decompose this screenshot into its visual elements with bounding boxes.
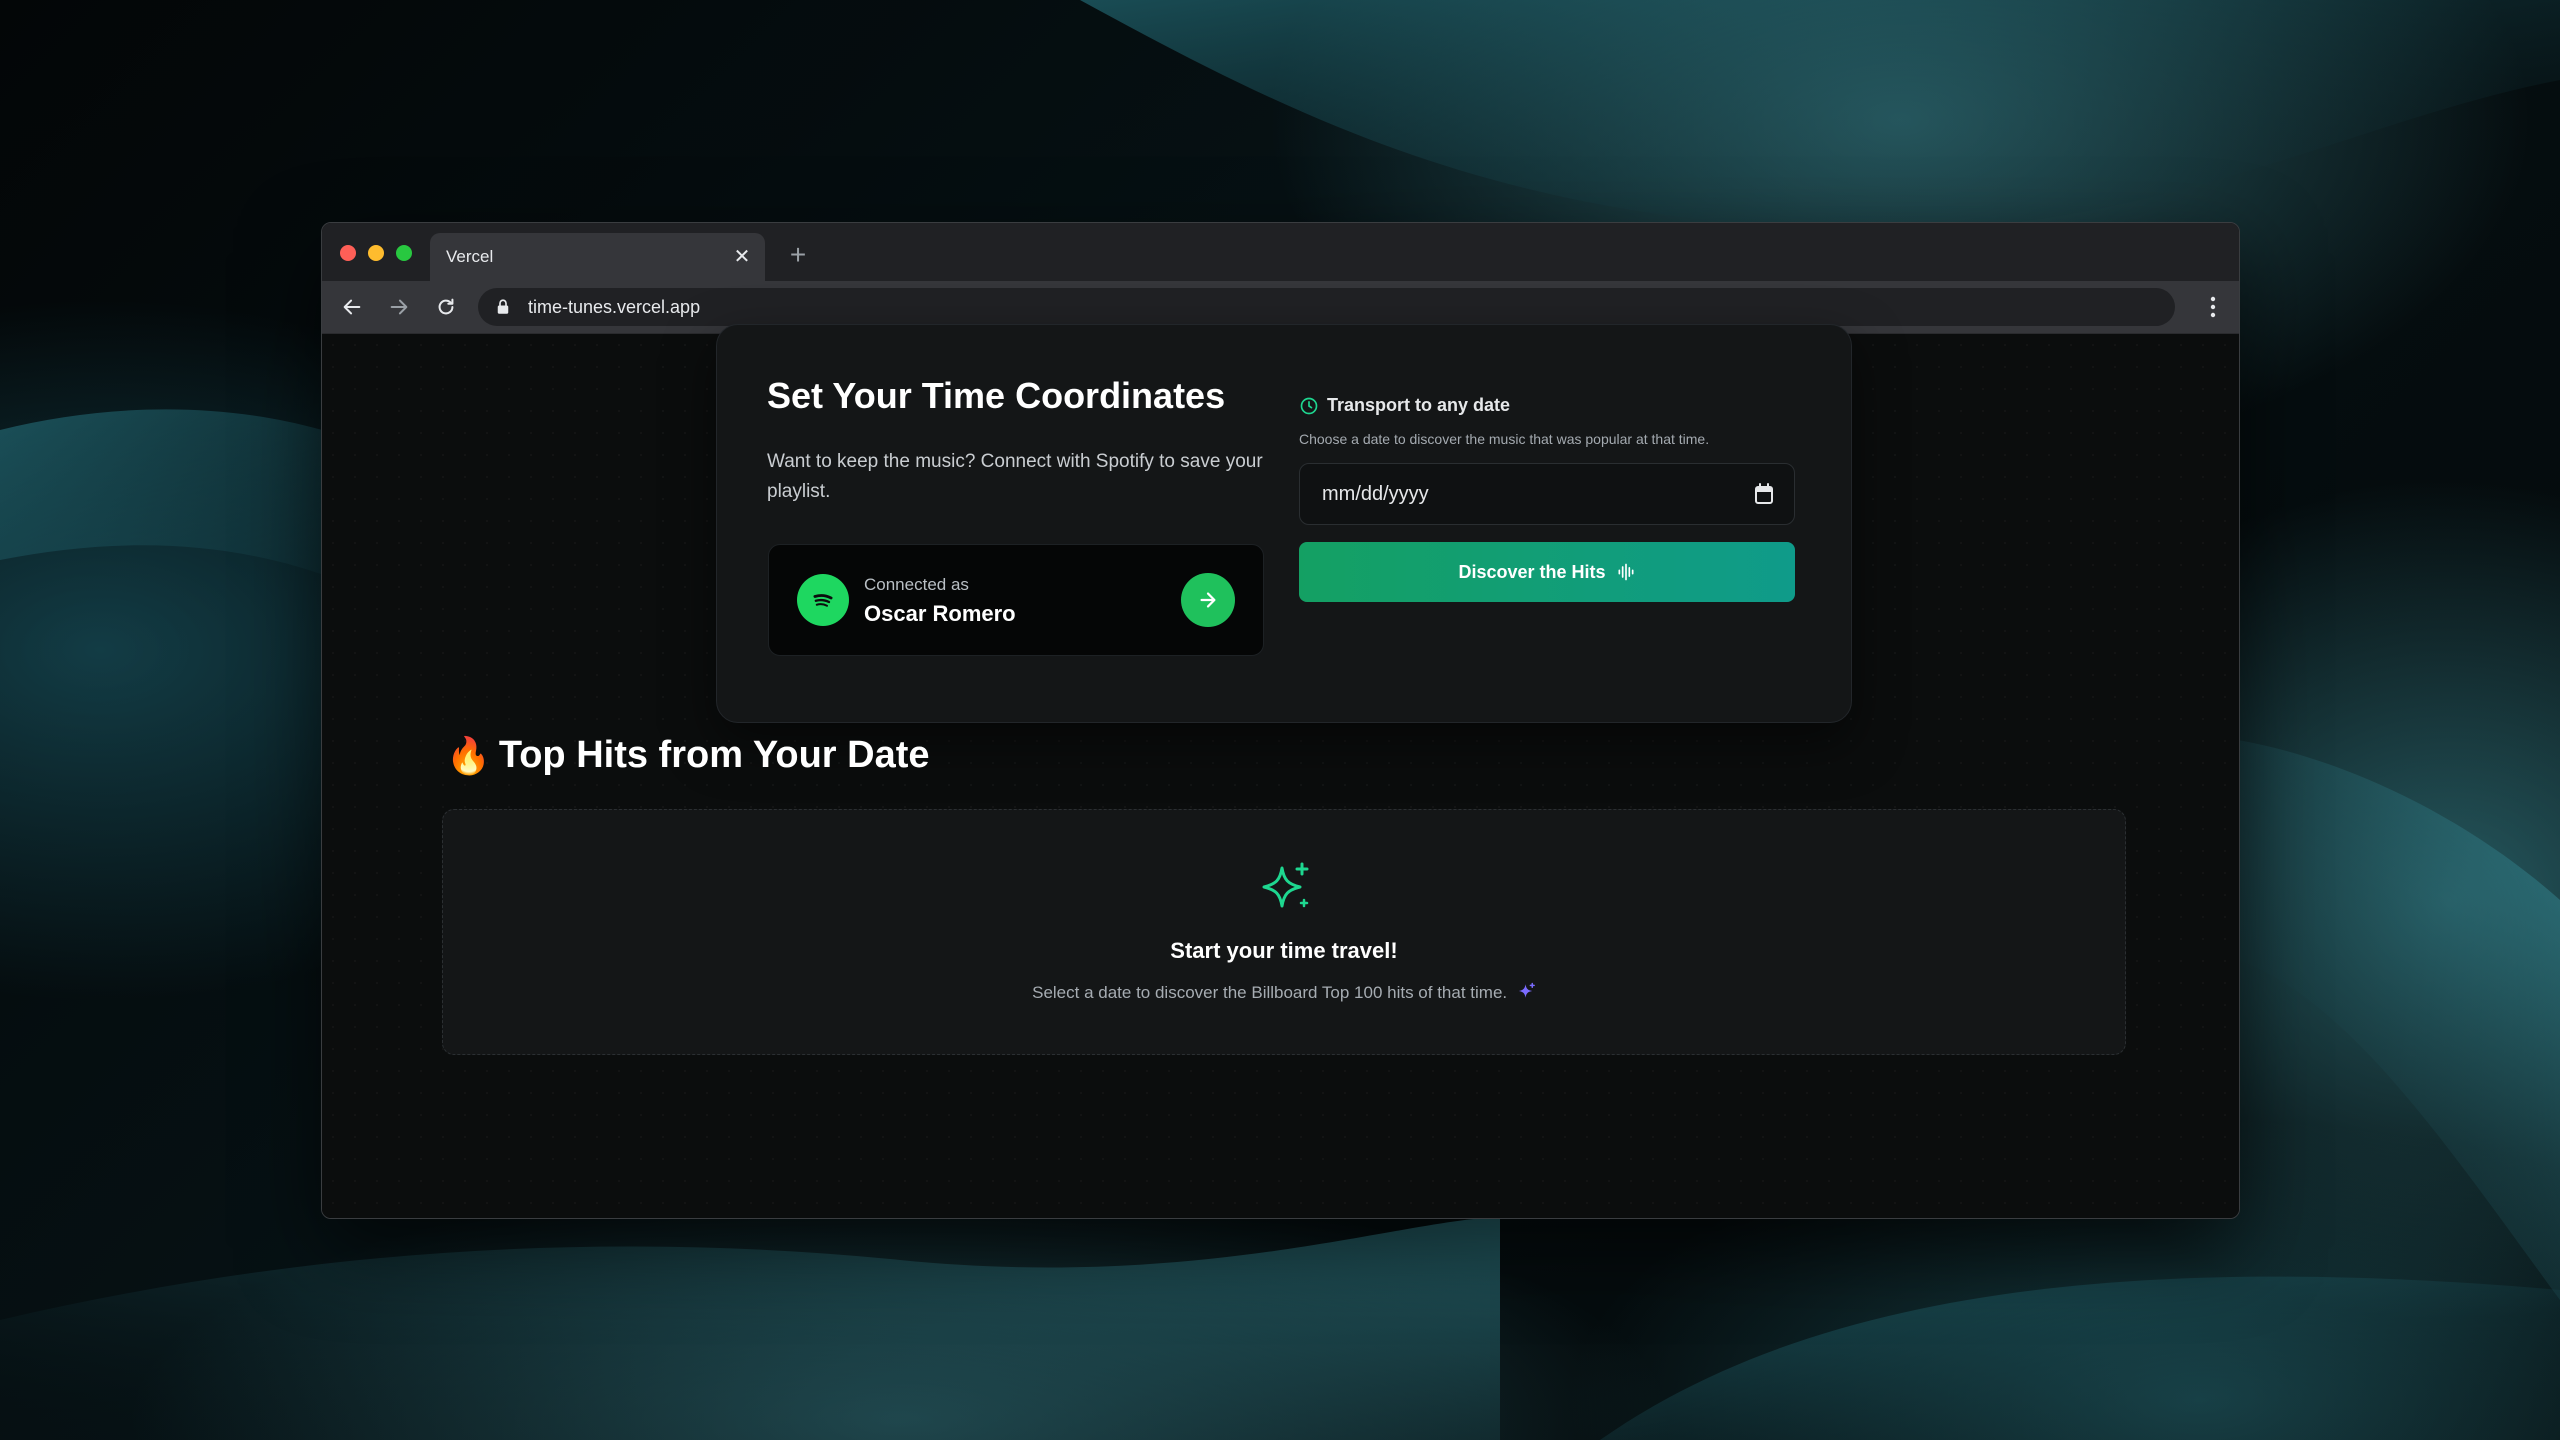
transport-heading: Transport to any date (1299, 395, 1510, 416)
spotify-connection-card[interactable]: Connected as Oscar Romero (768, 544, 1264, 656)
connected-as-label: Connected as (864, 575, 969, 594)
date-input-placeholder: mm/dd/yyyy (1322, 483, 1429, 505)
arrow-right-icon (1200, 592, 1216, 608)
calendar-icon[interactable] (1754, 483, 1774, 505)
audio-lines-icon (1618, 563, 1634, 581)
empty-state-description-row: Select a date to discover the Billboard … (443, 982, 2125, 1003)
transport-description: Choose a date to discover the music that… (1299, 431, 1710, 447)
empty-state-title: Start your time travel! (1170, 938, 1398, 963)
discover-hits-label: Discover the Hits (1458, 561, 1606, 582)
browser-menu-button[interactable] (2201, 293, 2225, 321)
reload-button[interactable] (432, 293, 460, 321)
time-coordinates-card: Set Your Time Coordinates Want to keep t… (716, 324, 1852, 723)
sparkles-icon (1262, 862, 1309, 908)
transport-title: Transport to any date (1327, 395, 1511, 415)
top-hits-heading: 🔥 Top Hits from Your Date (446, 734, 930, 777)
back-button[interactable] (338, 293, 366, 321)
plus-icon[interactable]: + (784, 241, 812, 269)
date-input[interactable]: mm/dd/yyyy (1299, 463, 1795, 525)
arrow-right-icon (390, 299, 408, 315)
spotify-icon (797, 574, 849, 626)
lock-icon (497, 299, 509, 314)
top-hits-title: Top Hits from Your Date (498, 734, 930, 776)
window-close-button[interactable] (340, 245, 356, 261)
connected-user-name: Oscar Romero (864, 601, 1016, 626)
spotify-continue-button[interactable] (1181, 573, 1235, 627)
browser-titlebar: Vercel ✕ + (322, 223, 2239, 281)
clock-icon (1300, 397, 1318, 414)
fire-emoji-icon: 🔥 (446, 734, 491, 776)
arrow-left-icon (343, 299, 361, 315)
discover-hits-button[interactable]: Discover the Hits (1299, 542, 1795, 602)
hits-empty-state: Start your time travel! Select a date to… (442, 809, 2126, 1055)
browser-window: Vercel ✕ + time-tunes.vercel.app Set You… (321, 222, 2240, 1219)
page-title: Set Your Time Coordinates (767, 375, 1226, 416)
address-bar[interactable]: time-tunes.vercel.app (478, 288, 2175, 326)
tab-title: Vercel (446, 247, 494, 266)
address-url: time-tunes.vercel.app (528, 297, 701, 317)
close-icon[interactable]: ✕ (731, 246, 753, 268)
kebab-menu-icon (2210, 296, 2216, 318)
page-viewport: Set Your Time Coordinates Want to keep t… (322, 324, 2239, 1218)
spotify-connect-description: Want to keep the music? Connect with Spo… (767, 451, 1263, 502)
reload-icon (438, 298, 454, 315)
window-zoom-button[interactable] (396, 245, 412, 261)
window-minimize-button[interactable] (368, 245, 384, 261)
browser-tab[interactable]: Vercel ✕ (430, 233, 765, 281)
forward-button[interactable] (385, 293, 413, 321)
mini-sparkles-icon (1518, 982, 1535, 998)
empty-state-description: Select a date to discover the Billboard … (1032, 983, 1508, 1002)
